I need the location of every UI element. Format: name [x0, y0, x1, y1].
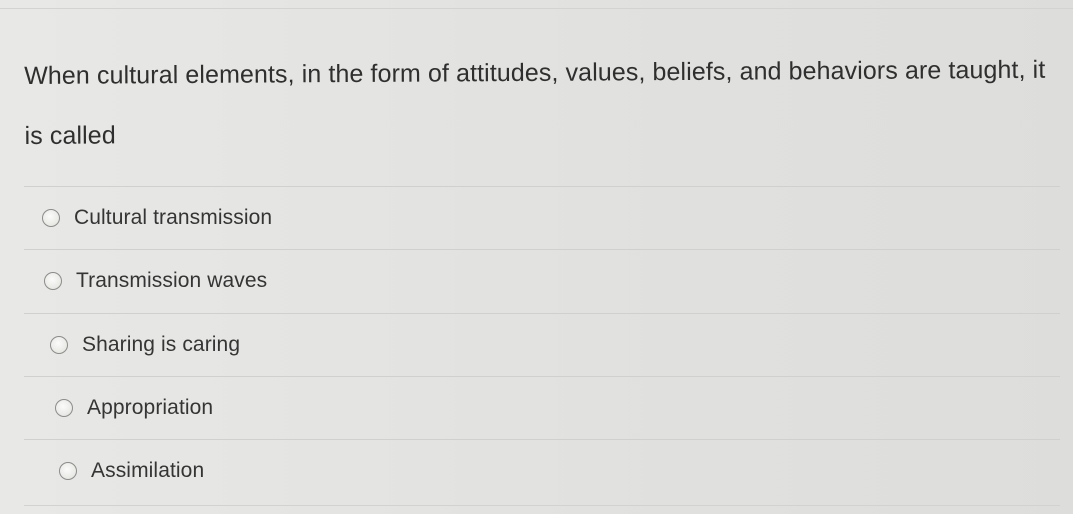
bottom-divider: [24, 505, 1060, 506]
radio-button-icon[interactable]: [44, 272, 62, 290]
radio-button-icon[interactable]: [55, 399, 73, 417]
radio-button-icon[interactable]: [42, 209, 60, 227]
answer-label[interactable]: Appropriation: [87, 396, 213, 420]
answer-option-5[interactable]: Assimilation: [24, 439, 1060, 502]
answer-option-4[interactable]: Appropriation: [24, 376, 1060, 439]
radio-button-icon[interactable]: [50, 336, 68, 354]
quiz-page: When cultural elements, in the form of a…: [0, 0, 1073, 514]
answer-label[interactable]: Sharing is caring: [82, 333, 240, 357]
answer-options: Cultural transmission Transmission waves…: [0, 174, 1073, 504]
answer-option-3[interactable]: Sharing is caring: [24, 313, 1060, 376]
answer-label[interactable]: Transmission waves: [76, 269, 267, 293]
radio-button-icon[interactable]: [59, 462, 77, 480]
answer-option-1[interactable]: Cultural transmission: [24, 186, 1060, 249]
top-divider: [0, 8, 1073, 9]
answer-option-2[interactable]: Transmission waves: [24, 249, 1060, 312]
question-text: When cultural elements, in the form of a…: [24, 55, 1046, 150]
answer-label[interactable]: Assimilation: [91, 459, 204, 483]
answer-label[interactable]: Cultural transmission: [74, 206, 272, 230]
